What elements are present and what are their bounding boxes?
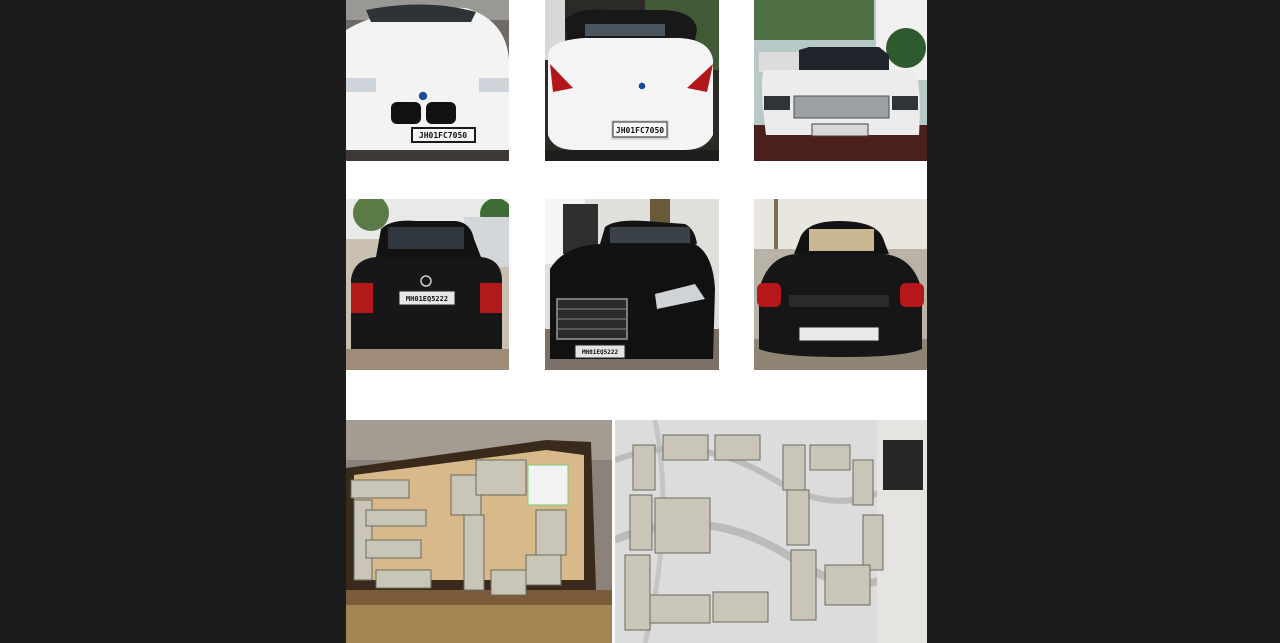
- photo-collage: JH01FC7050 JH01FC7050 MH01EQ5222 MH01EQ5…: [346, 0, 927, 643]
- cash-box-photo: [346, 420, 612, 643]
- mercedes-rear-plate: MH01EQ5222: [406, 295, 448, 303]
- black-porsche-cayman-photo: [754, 199, 927, 370]
- cash-marble-photo: [615, 420, 927, 643]
- white-bmw-sedan-photo: JH01FC7050: [346, 0, 509, 161]
- bmw-sedan-plate: JH01FC7050: [419, 131, 467, 140]
- black-mercedes-rear-photo: MH01EQ5222: [346, 199, 509, 370]
- white-range-rover-photo: [754, 0, 927, 161]
- white-bmw-convertible-photo: JH01FC7050: [545, 0, 719, 161]
- black-mercedes-front-photo: MH01EQ5222: [545, 199, 719, 370]
- mercedes-front-plate: MH01EQ5222: [582, 349, 619, 356]
- bmw-convertible-plate: JH01FC7050: [616, 126, 664, 135]
- money-bundle-icon: [350, 479, 410, 499]
